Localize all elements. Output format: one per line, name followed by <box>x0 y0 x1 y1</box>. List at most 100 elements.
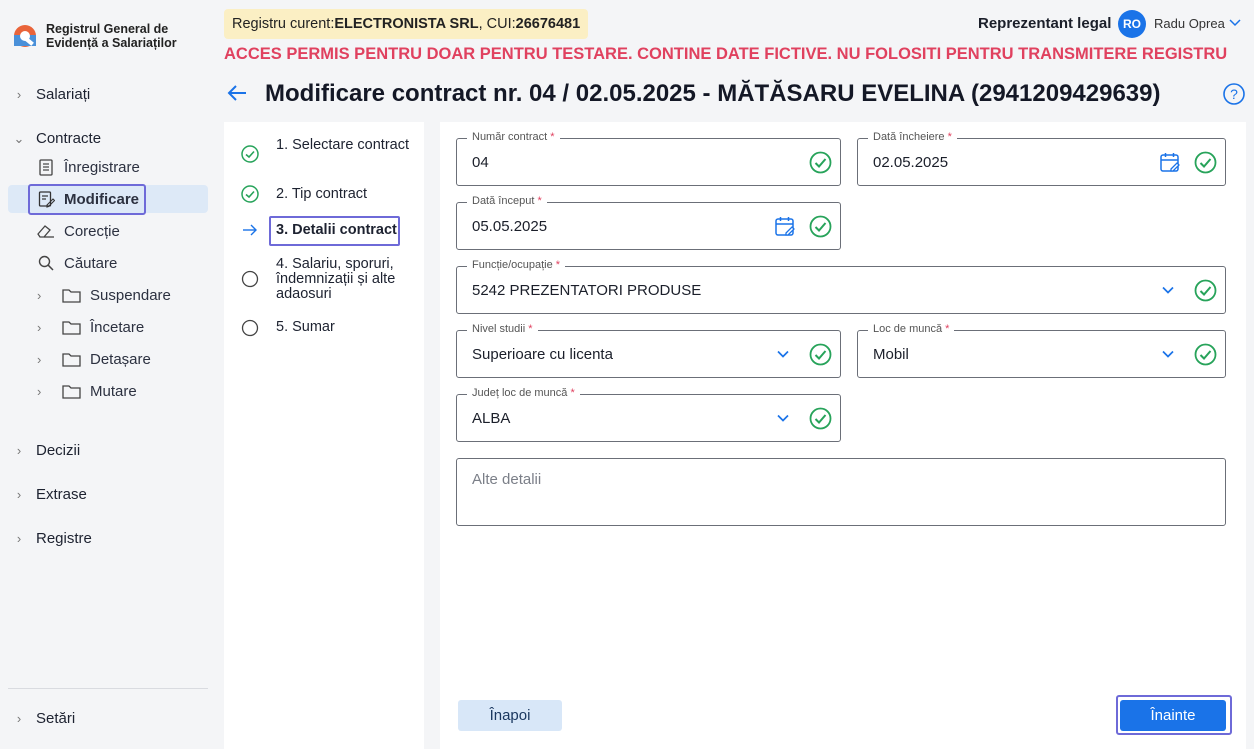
sidebar-folder-label: Mutare <box>90 382 137 400</box>
svg-text:?: ? <box>1230 86 1238 102</box>
wizard-steps: 1. Selectare contract 2. Tip contract 3.… <box>224 122 424 749</box>
sidebar-item-corectie[interactable]: Corecție <box>37 222 120 240</box>
search-icon <box>37 254 55 272</box>
nav-salariati-label: Salariați <box>36 86 91 103</box>
valid-check-icon <box>809 343 832 371</box>
test-warning-banner: ACCES PERMIS PENTRU DOAR PENTRU TESTARE.… <box>224 45 1228 63</box>
functie-select[interactable]: Funcție/ocupație * 5242 PREZENTATORI PRO… <box>456 259 1226 314</box>
calendar-icon[interactable] <box>774 215 796 242</box>
chevron-down-icon[interactable] <box>776 347 790 366</box>
registry-company: ELECTRONISTA SRL <box>334 16 479 32</box>
register-icon <box>37 158 55 176</box>
sidebar-folder-incetare[interactable]: › Încetare <box>37 318 144 336</box>
valid-check-icon <box>809 151 832 179</box>
nav-contracte[interactable]: ⌄ Contracte <box>12 130 102 147</box>
contract-details-form: Număr contract * 04 Dată încheiere * 02.… <box>440 122 1246 749</box>
chevron-down-icon: ⌄ <box>13 130 25 146</box>
sidebar-folder-label: Încetare <box>90 318 145 336</box>
nav-contracte-label: Contracte <box>36 130 102 147</box>
sidebar-item-label: Modificare <box>64 190 140 208</box>
numar-contract-value: 04 <box>472 154 489 171</box>
valid-check-icon <box>1194 151 1217 179</box>
chevron-right-icon: › <box>37 351 42 367</box>
chevron-down-icon[interactable] <box>1161 347 1175 366</box>
empty-circle-icon <box>240 269 260 289</box>
data-incheiere-field[interactable]: Dată încheiere * 02.05.2025 <box>857 131 1226 186</box>
nivel-studii-select[interactable]: Nivel studii * Superioare cu licenta <box>456 323 841 378</box>
chevron-right-icon: › <box>16 87 22 102</box>
step-label: 2. Tip contract <box>276 186 368 202</box>
step-label: 5. Sumar <box>276 319 335 335</box>
sidebar-folder-label: Detașare <box>90 350 151 368</box>
folder-icon <box>61 318 81 336</box>
nav-registre-label: Registre <box>36 530 92 547</box>
folder-icon <box>61 286 81 304</box>
back-arrow-icon[interactable] <box>226 82 248 109</box>
chevron-right-icon: › <box>16 487 22 502</box>
help-icon[interactable]: ? <box>1222 82 1246 111</box>
sidebar-folder-suspendare[interactable]: › Suspendare <box>37 286 171 304</box>
nav-salariati[interactable]: › Salariați <box>12 86 90 103</box>
arrow-right-icon <box>240 220 260 240</box>
nav-decizii-label: Decizii <box>36 442 81 459</box>
nav-setari[interactable]: › Setări <box>12 710 75 727</box>
calendar-icon[interactable] <box>1159 151 1181 178</box>
nav-setari-label: Setări <box>36 710 76 727</box>
app-logo[interactable]: Registrul General de Evidență a Salariaț… <box>12 22 177 50</box>
sidebar-item-inregistrare[interactable]: Înregistrare <box>37 158 140 176</box>
sidebar-item-cautare[interactable]: Căutare <box>37 254 117 272</box>
judet-value: ALBA <box>472 410 511 427</box>
back-button[interactable]: Înapoi <box>458 700 562 731</box>
folder-icon <box>61 382 81 400</box>
chevron-right-icon: › <box>37 383 42 399</box>
chevron-right-icon: › <box>16 711 22 726</box>
nav-extrase[interactable]: › Extrase <box>12 486 87 503</box>
sidebar-item-label: Corecție <box>64 222 120 240</box>
user-name[interactable]: Radu Oprea <box>1154 16 1225 31</box>
page-title: Modificare contract nr. 04 / 02.05.2025 … <box>265 80 1161 107</box>
sidebar-folder-detasare[interactable]: › Detașare <box>37 350 151 368</box>
nav-extrase-label: Extrase <box>36 486 87 503</box>
sidebar: Registrul General de Evidență a Salariaț… <box>0 0 224 749</box>
data-inceput-value: 05.05.2025 <box>472 218 548 235</box>
avatar[interactable]: RO <box>1118 10 1146 38</box>
role-label: Reprezentant legal <box>978 15 1112 32</box>
step-label: 4. Salariu, sporuri, îndemnizații și alt… <box>276 256 396 302</box>
sidebar-folder-mutare[interactable]: › Mutare <box>37 382 137 400</box>
sidebar-item-modificare[interactable]: Modificare <box>37 190 139 208</box>
sidebar-divider <box>8 688 208 689</box>
chevron-down-icon[interactable] <box>1161 283 1175 302</box>
logo-mark-icon <box>12 22 38 48</box>
chevron-right-icon: › <box>37 287 42 303</box>
next-button[interactable]: Înainte <box>1120 700 1226 731</box>
sidebar-folder-label: Suspendare <box>90 286 171 304</box>
empty-circle-icon <box>240 318 260 338</box>
registry-cui: 26676481 <box>515 16 581 32</box>
step-label: 3. Detalii contract <box>276 222 397 238</box>
alte-detalii-textarea[interactable]: Alte detalii <box>456 458 1226 526</box>
alte-detalii-placeholder: Alte detalii <box>472 471 542 488</box>
loc-munca-value: Mobil <box>873 346 909 363</box>
valid-check-icon <box>1194 279 1217 307</box>
data-inceput-field[interactable]: Dată început * 05.05.2025 <box>456 195 841 250</box>
numar-contract-field[interactable]: Număr contract * 04 <box>456 131 841 186</box>
valid-check-icon <box>809 215 832 243</box>
app-name: Registrul General de Evidență a Salariaț… <box>46 22 177 50</box>
loc-munca-select[interactable]: Loc de muncă * Mobil <box>857 323 1226 378</box>
nivel-studii-value: Superioare cu licenta <box>472 346 613 363</box>
chevron-down-icon[interactable] <box>1228 15 1242 34</box>
chevron-right-icon: › <box>37 319 42 335</box>
judet-select[interactable]: Județ loc de muncă * ALBA <box>456 387 841 442</box>
chevron-right-icon: › <box>16 531 22 546</box>
eraser-icon <box>37 222 55 240</box>
valid-check-icon <box>809 407 832 435</box>
nav-decizii[interactable]: › Decizii <box>12 442 80 459</box>
folder-icon <box>61 350 81 368</box>
sidebar-item-label: Căutare <box>64 254 118 272</box>
sidebar-item-label: Înregistrare <box>64 158 140 176</box>
chevron-down-icon[interactable] <box>776 411 790 430</box>
valid-check-icon <box>1194 343 1217 371</box>
current-registry-badge: Registru curent: ELECTRONISTA SRL , CUI:… <box>224 9 589 39</box>
check-circle-icon <box>240 184 260 204</box>
nav-registre[interactable]: › Registre <box>12 530 92 547</box>
